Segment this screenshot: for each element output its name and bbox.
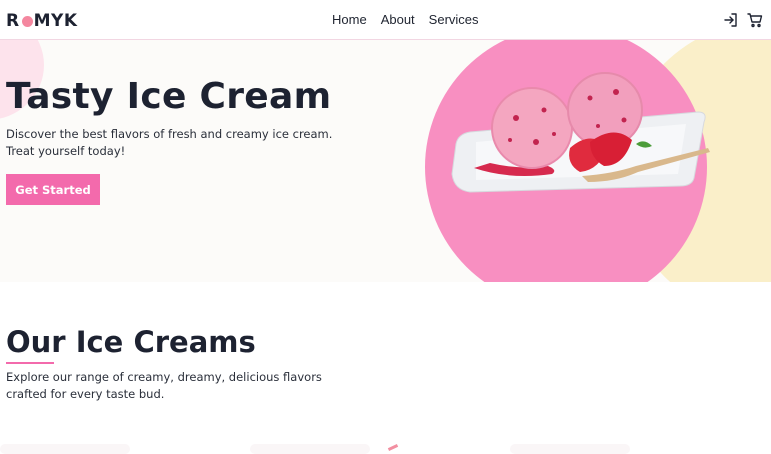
title-underline: [6, 362, 54, 364]
login-icon[interactable]: [723, 12, 739, 28]
product-card-peek-3: [510, 444, 630, 454]
logo-dot-icon: [21, 15, 33, 27]
logo-text-end: MYK: [33, 11, 78, 31]
nav-link-about[interactable]: About: [381, 12, 415, 27]
ice-cream-plate-image: [451, 72, 710, 193]
nav-actions: [723, 12, 763, 28]
hero-title: Tasty Ice Cream: [6, 76, 332, 117]
product-card-peek-2: [250, 444, 370, 454]
nav-link-home[interactable]: Home: [332, 12, 367, 27]
hero-description: Discover the best flavors of fresh and c…: [6, 127, 333, 158]
product-card-peek-1: [0, 444, 130, 454]
get-started-button[interactable]: Get Started: [6, 174, 100, 205]
nav-link-services[interactable]: Services: [429, 12, 479, 27]
main-menu: Home About Services: [332, 12, 479, 27]
hero-section: Tasty Ice Cream Discover the best flavor…: [0, 40, 771, 282]
cart-icon[interactable]: [747, 12, 763, 28]
logo-text-start: R: [6, 11, 20, 31]
product-peek-accent: [387, 444, 399, 451]
brand-logo[interactable]: R MYK: [6, 11, 78, 31]
navbar: R MYK Home About Services: [0, 0, 771, 40]
section-description: Explore our range of creamy, dreamy, del…: [6, 370, 322, 401]
section-title: Our Ice Creams: [6, 325, 256, 359]
